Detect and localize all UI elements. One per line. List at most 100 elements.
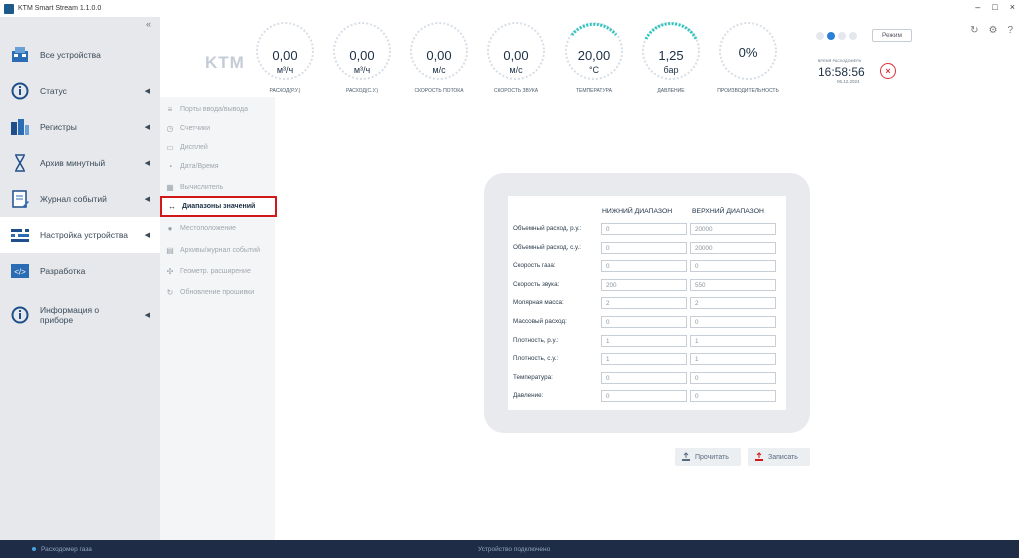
ktm-logo: KTM (205, 53, 245, 72)
refresh-icon[interactable]: ↻ (970, 25, 978, 36)
read-button[interactable]: Прочитать (675, 448, 741, 466)
gauge-flow-su: 0,00 м³/ч РАСХОД(С.У.) (325, 20, 399, 98)
sidebar-item-minute-archive[interactable]: Архив минутный ◀ (0, 145, 160, 181)
range-icon: ↔ (168, 202, 176, 211)
submenu-item-location[interactable]: ● Местоположение (160, 219, 275, 237)
gauge-sound-velocity: 0,00 м/с СКОРОСТЬ ЗВУКА (479, 20, 553, 98)
location-icon: ● (167, 223, 173, 233)
mode-dot (838, 32, 846, 40)
gauge-label: ТЕМПЕРАТУРА (576, 88, 612, 94)
minimize-button[interactable]: – (975, 2, 980, 12)
range-lower-input[interactable]: 0 (601, 372, 687, 384)
submenu-item-label: Дисплей (180, 143, 208, 151)
mode-dot-active (827, 32, 835, 40)
collapse-sidebar-button[interactable]: « (146, 19, 151, 29)
range-row-label: Объемный расход, с.у.: (513, 244, 582, 251)
submenu-item-datetime[interactable]: ◔ Дата/Время (160, 157, 275, 175)
status-bar: Расходомер газа Устройство подключено (0, 540, 1019, 558)
submenu-item-value-ranges[interactable]: ↔ Диапазоны значений (160, 196, 277, 217)
help-icon[interactable]: ? (1007, 25, 1013, 36)
range-lower-input[interactable]: 0 (601, 260, 687, 272)
range-lower-input[interactable]: 0 (601, 242, 687, 254)
meter-time-label: ВРЕМЯ РАСХОДОМЕРА (818, 59, 862, 63)
gauge-value: 1,25 (658, 48, 684, 63)
range-lower-input[interactable]: 1 (601, 335, 687, 347)
submenu-item-ports[interactable]: ≡ Порты ввода/вывода (160, 100, 275, 118)
status-connection: Устройство подключено (478, 545, 551, 553)
write-button-label: Записать (768, 453, 798, 461)
close-window-button[interactable]: × (1010, 2, 1015, 12)
meter-date: 06.12.2024 (837, 79, 860, 84)
gear-icon[interactable]: ⚙ (988, 25, 997, 36)
submenu-item-display[interactable]: ▭ Дисплей (160, 138, 275, 156)
chevron-left-icon: ◀ (144, 196, 150, 203)
range-lower-input[interactable]: 2 (601, 297, 687, 309)
range-upper-input[interactable]: 0 (690, 390, 776, 402)
info-icon (10, 81, 30, 101)
submenu-item-geometry[interactable]: ✣ Геометр. расширение (160, 262, 275, 280)
gauge-flow-ru: 0,00 м³/ч РАСХОД(Р.У.) (248, 20, 322, 98)
gauge-unit: м/с (432, 65, 446, 75)
range-upper-input[interactable]: 0 (690, 260, 776, 272)
range-upper-input[interactable]: 1 (690, 353, 776, 365)
range-upper-input[interactable]: 20000 (690, 242, 776, 254)
window-controls: – □ × (975, 2, 1015, 12)
submenu-item-counters[interactable]: ◷ Счетчики (160, 119, 275, 137)
range-lower-input[interactable]: 1 (601, 353, 687, 365)
status-device-type: Расходомер газа (41, 545, 92, 553)
code-icon: </> (10, 261, 30, 281)
chevron-left-icon: ◀ (144, 160, 150, 167)
geometry-icon: ✣ (166, 266, 174, 276)
gauge-value: 0,00 (426, 48, 452, 63)
gauge-unit: м³/ч (276, 65, 294, 75)
sidebar-item-registers[interactable]: Регистры ◀ (0, 109, 160, 145)
sidebar-item-development[interactable]: </> Разработка (0, 253, 160, 289)
submenu-item-firmware-update[interactable]: ↻ Обновление прошивки (160, 283, 275, 301)
chevron-left-icon: ◀ (144, 88, 150, 95)
sidebar-item-event-journal[interactable]: Журнал событий ◀ (0, 181, 160, 217)
range-upper-input[interactable]: 550 (690, 279, 776, 291)
ports-icon: ≡ (167, 104, 173, 114)
range-lower-input[interactable]: 0 (601, 316, 687, 328)
app-logo-icon (4, 3, 14, 14)
sidebar-item-device-settings[interactable]: Настройка устройства ◀ (0, 217, 160, 253)
write-icon (755, 452, 763, 461)
mode-button[interactable]: Режим (872, 29, 912, 42)
hourglass-icon (10, 153, 30, 173)
submenu-item-label: Порты ввода/вывода (180, 105, 248, 113)
range-upper-input[interactable]: 0 (690, 372, 776, 384)
archive-icon: ▤ (166, 245, 174, 255)
sidebar-item-label: Настройка устройства (40, 230, 128, 240)
sidebar-item-label: Все устройства (40, 50, 101, 60)
range-lower-input[interactable]: 0 (601, 223, 687, 235)
submenu-item-label: Местоположение (180, 224, 237, 232)
sidebar: « Все устройства Статус ◀ Регистры ◀ Арх… (0, 17, 160, 540)
top-icons: ↻ ⚙ ? (970, 25, 1013, 36)
range-upper-input[interactable]: 2 (690, 297, 776, 309)
submenu-item-archives[interactable]: ▤ Архивы/журнал событий (160, 241, 275, 259)
maximize-button[interactable]: □ (992, 2, 997, 12)
devices-icon (10, 45, 30, 65)
submenu-item-label: Дата/Время (180, 162, 219, 170)
sidebar-item-device-info[interactable]: Информация о приборе ◀ (0, 297, 160, 333)
chevron-left-icon: ◀ (144, 232, 150, 239)
gauge-flow-velocity: 0,00 м/с СКОРОСТЬ ПОТОКА (402, 20, 476, 98)
disconnect-icon[interactable]: × (880, 63, 896, 79)
write-button[interactable]: Записать (748, 448, 810, 466)
range-lower-input[interactable]: 200 (601, 279, 687, 291)
mode-toggle[interactable] (816, 32, 857, 40)
range-row-label: Температура: (513, 374, 553, 381)
gauge-label: ДАВЛЕНИЕ (657, 88, 685, 94)
sidebar-item-status[interactable]: Статус ◀ (0, 73, 160, 109)
range-upper-input[interactable]: 20000 (690, 223, 776, 235)
column-header-lower: НИЖНИЙ ДИАПАЗОН (602, 208, 673, 215)
range-row-label: Объемный расход, р.у.: (513, 225, 582, 232)
range-lower-input[interactable]: 0 (601, 390, 687, 402)
range-row-label: Скорость газа: (513, 262, 556, 269)
sidebar-item-all-devices[interactable]: Все устройства (0, 37, 160, 73)
range-upper-input[interactable]: 1 (690, 335, 776, 347)
range-upper-input[interactable]: 0 (690, 316, 776, 328)
submenu-item-calculator[interactable]: ▦ Вычислитель (160, 178, 275, 196)
gauge-label: РАСХОД(С.У.) (345, 88, 379, 94)
gauge-value: 0,00 (272, 48, 298, 63)
